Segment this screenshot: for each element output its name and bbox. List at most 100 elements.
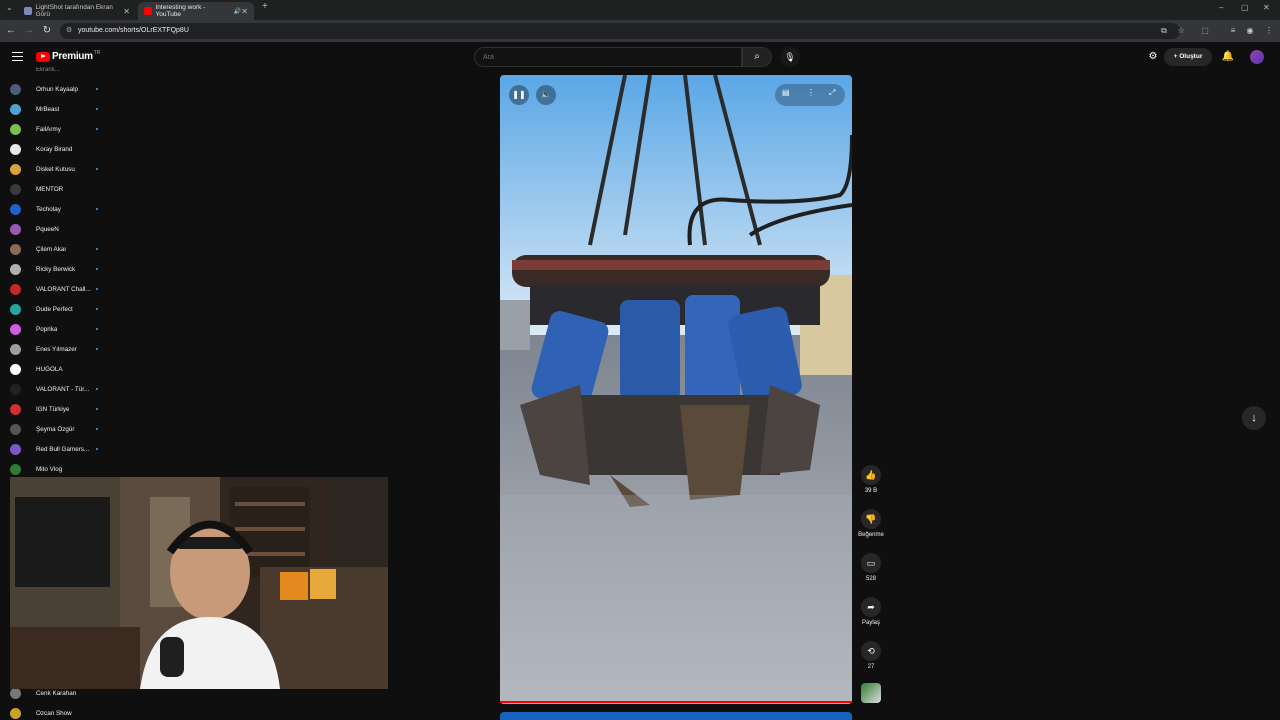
sidebar-subscription-item[interactable]: Mito Vlog	[10, 462, 105, 476]
extensions-icon[interactable]: ⬚	[1198, 24, 1212, 38]
url-bar[interactable]: ⚙ youtube.com/shorts/OLrEXTFQp8U	[60, 23, 1180, 39]
like-icon[interactable]: 👍	[861, 465, 881, 485]
like-action[interactable]: 👍 39 B	[856, 465, 886, 494]
video-progress-bar[interactable]	[500, 701, 852, 703]
sidebar-subscription-item[interactable]: HUGOLA	[10, 362, 105, 376]
sidebar-subscription-item[interactable]: Disket Kutusu	[10, 162, 105, 176]
logo-region: TR	[93, 49, 101, 56]
sidebar-subscription-item[interactable]: Red Bull Gamers...	[10, 442, 105, 456]
back-icon[interactable]: ←	[4, 24, 18, 38]
close-tab-icon[interactable]: ✕	[241, 7, 248, 16]
settings-icon[interactable]: ⚙	[1145, 48, 1161, 66]
bookmark-star-icon[interactable]: ☆	[1174, 24, 1188, 38]
share-icon[interactable]: ➦	[861, 597, 881, 617]
sidebar-subscription-item[interactable]: Orhun Kayaalp	[10, 82, 105, 96]
sidebar-subscription-item[interactable]: Techolay	[10, 202, 105, 216]
comments-action[interactable]: ▭ 528	[856, 553, 886, 582]
channel-avatar	[10, 343, 21, 355]
new-content-dot	[96, 428, 98, 430]
next-short-preview[interactable]	[500, 712, 852, 720]
new-content-dot	[96, 108, 98, 110]
more-options-icon[interactable]: ⋮	[807, 88, 815, 97]
sidebar-subscription-item[interactable]: Koray Birand	[10, 142, 105, 156]
close-window-button[interactable]: ✕	[1263, 3, 1270, 12]
volume-button[interactable]: 🔈	[536, 85, 556, 105]
voice-search-button[interactable]: 🎙	[780, 47, 800, 67]
notifications-bell-icon[interactable]: 🔔	[1220, 48, 1236, 66]
tab-lightshot[interactable]: LightShot tarafından Ekran Görü ✕	[18, 2, 136, 20]
channel-name: Ricky Berwick	[36, 265, 76, 273]
profile-icon[interactable]: ◉	[1243, 24, 1257, 38]
sidebar-subscription-item[interactable]: MrBeast	[10, 102, 105, 116]
sidebar-subscription-item[interactable]: VALORANT - Tür...	[10, 382, 105, 396]
arrow-down-icon: ↓	[1251, 412, 1257, 424]
logo-text: Premium	[52, 51, 93, 62]
reading-list-icon[interactable]: ≡	[1226, 24, 1240, 38]
sidebar-subscription-item[interactable]: PqueeN	[10, 222, 105, 236]
sidebar-subscription-item[interactable]: Şeyma Özgür	[10, 422, 105, 436]
search-input[interactable]	[483, 48, 733, 66]
channel-avatar	[10, 83, 21, 95]
cast-icon[interactable]: ⧉	[1157, 24, 1171, 38]
short-video[interactable]	[500, 75, 852, 704]
address-toolbar: ← → ↻ ⚙ youtube.com/shorts/OLrEXTFQp8U ⧉…	[0, 20, 1280, 42]
new-content-dot	[96, 448, 98, 450]
sidebar-subscription-item[interactable]: Özcan Show	[10, 706, 105, 720]
reload-icon[interactable]: ↻	[40, 24, 54, 38]
site-info-icon[interactable]: ⚙	[66, 23, 72, 39]
sidebar-item-partial: Ekranlı...	[36, 67, 60, 73]
comment-count: 528	[865, 576, 876, 582]
next-video-button[interactable]: ↓	[1242, 406, 1266, 430]
browser-menu-icon[interactable]: ⋮	[1262, 24, 1276, 38]
new-content-dot	[96, 208, 98, 210]
sidebar-subscription-item[interactable]: Poprika	[10, 322, 105, 336]
fullscreen-icon[interactable]: ⤢	[829, 88, 835, 98]
maximize-button[interactable]: ▢	[1241, 3, 1249, 12]
pause-button[interactable]: ❚❚	[509, 85, 529, 105]
minimize-button[interactable]: –	[1219, 3, 1223, 12]
new-content-dot	[96, 408, 98, 410]
search-box	[474, 47, 742, 67]
new-tab-button[interactable]: +	[262, 1, 268, 12]
audio-thumbnail[interactable]	[861, 683, 881, 703]
microphone-icon: 🎙	[784, 52, 796, 62]
close-tab-icon[interactable]: ✕	[123, 7, 130, 16]
sidebar-subscription-item[interactable]: IGN Türkiye	[10, 402, 105, 416]
webcam-overlay	[10, 477, 388, 689]
comment-icon[interactable]: ▭	[861, 553, 881, 573]
dislike-icon[interactable]: 👎	[861, 509, 881, 529]
channel-avatar	[10, 687, 21, 699]
url-text: youtube.com/shorts/OLrEXTFQp8U	[78, 27, 189, 34]
sidebar-subscription-item[interactable]: MENTOR	[10, 182, 105, 196]
channel-avatar	[10, 403, 21, 415]
dislike-action[interactable]: 👎 Beğenme	[856, 509, 886, 538]
tab-title: LightShot tarafından Ekran Görü	[35, 4, 113, 18]
channel-avatar	[10, 303, 21, 315]
sidebar-subscription-item[interactable]: VALORANT Chall...	[10, 282, 105, 296]
create-button[interactable]: + Oluştur	[1164, 48, 1212, 66]
new-content-dot	[96, 328, 98, 330]
channel-avatar	[10, 163, 21, 175]
forward-icon[interactable]: →	[22, 24, 36, 38]
sidebar-subscription-item[interactable]: Dude Perfect	[10, 302, 105, 316]
share-action[interactable]: ➦ Paylaş	[856, 597, 886, 626]
captions-icon[interactable]: ▤	[782, 88, 790, 97]
tab-search-icon[interactable]: ⌄	[6, 3, 13, 12]
menu-icon[interactable]	[12, 52, 23, 61]
remix-action[interactable]: ⟲ 27	[856, 641, 886, 670]
sidebar-subscription-item[interactable]: Ricky Berwick	[10, 262, 105, 276]
sidebar-subscription-item[interactable]: Çilem Akar	[10, 242, 105, 256]
tab-youtube[interactable]: Interesting work - YouTube 🔊 ✕	[138, 2, 254, 20]
video-frame	[500, 75, 852, 704]
webcam-image	[10, 477, 388, 689]
audio-playing-icon[interactable]: 🔊	[234, 8, 241, 15]
channel-avatar	[10, 323, 21, 335]
new-content-dot	[96, 308, 98, 310]
sidebar-subscription-item[interactable]: Enes Yılmazer	[10, 342, 105, 356]
youtube-logo[interactable]: Premium TR	[36, 49, 101, 62]
account-avatar[interactable]	[1250, 50, 1264, 64]
remix-icon[interactable]: ⟲	[861, 641, 881, 661]
sidebar-subscription-item[interactable]: FailArmy	[10, 122, 105, 136]
search-button[interactable]: ⌕	[742, 47, 772, 67]
channel-name: FailArmy	[36, 125, 61, 133]
